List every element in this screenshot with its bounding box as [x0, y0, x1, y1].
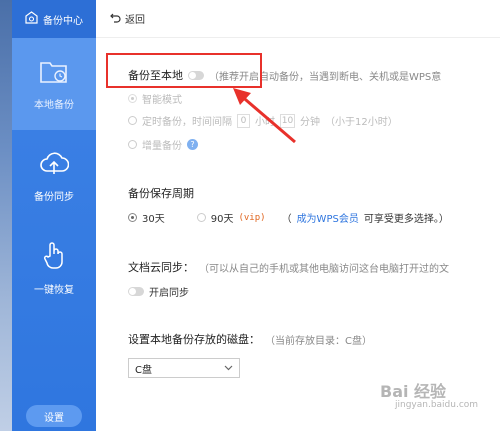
sidebar-item-backup-sync[interactable]: 备份同步	[12, 130, 96, 222]
cloud-upload-icon	[39, 149, 70, 180]
topbar: 返回	[96, 0, 500, 38]
become-member-link[interactable]: 成为WPS会员	[297, 210, 359, 225]
disk-header: 设置本地备份存放的磁盘： （当前存放目录：C盘）	[128, 331, 372, 347]
baidu-watermark-url: jingyan.baidu.com	[395, 400, 479, 410]
cloud-sync-hint: （可以从自己的手机或其他电脑访问这台电脑打开过的文	[199, 263, 449, 275]
sidebar-item-one-click-restore[interactable]: 一键恢复	[12, 222, 96, 314]
back-link[interactable]: 返回	[125, 11, 145, 26]
incremental-radio[interactable]	[128, 140, 137, 149]
sidebar-item-local-backup[interactable]: 本地备份	[12, 38, 96, 130]
retention-30-radio[interactable]	[128, 213, 137, 222]
cloud-sync-header: 文档云同步： （可以从自己的手机或其他电脑访问这台电脑打开过的文	[128, 259, 449, 275]
retention-90-label: 90天	[210, 214, 234, 225]
cloud-sync-toggle-row: 开启同步	[128, 284, 189, 299]
disk-select-value: C盘	[135, 364, 152, 376]
timed-backup-label: 定时备份，时间间隔	[142, 117, 232, 128]
smart-mode-label: 智能模式	[142, 95, 182, 106]
member-open-paren: （	[281, 214, 292, 225]
settings-button[interactable]: 设置	[26, 405, 82, 427]
sidebar-item-label: 本地备份	[34, 100, 74, 111]
folder-clock-icon	[39, 57, 69, 88]
timed-note: （小于12小时）	[325, 117, 398, 128]
annotation-arrow-icon	[233, 88, 296, 144]
desktop-background	[0, 0, 12, 431]
sidebar-item-label: 一键恢复	[34, 285, 74, 296]
timed-backup-radio[interactable]	[128, 116, 137, 125]
help-icon[interactable]: ?	[187, 139, 198, 150]
sidebar-header-title: 备份中心	[43, 15, 83, 27]
vip-tag: (vip)	[238, 212, 266, 223]
sidebar: 备份中心 本地备份 备份同步 一键恢复 设置	[12, 0, 96, 431]
retention-options: 30天 90天 (vip) （ 成为WPS会员 可享受更多选择。）	[128, 210, 449, 225]
backup-center-icon	[25, 11, 38, 27]
smart-mode-radio[interactable]	[128, 94, 137, 103]
member-text: 可享受更多选择。）	[363, 214, 449, 225]
hand-pointer-icon	[41, 240, 67, 273]
incremental-label: 增量备份	[142, 141, 182, 152]
sidebar-header: 备份中心	[12, 0, 96, 38]
disk-hint: （当前存放目录：C盘）	[265, 335, 372, 347]
chevron-down-icon	[224, 363, 233, 374]
cloud-sync-toggle-label: 开启同步	[149, 288, 189, 299]
cloud-sync-title: 文档云同步：	[128, 261, 194, 274]
option-smart-mode[interactable]: 智能模式	[128, 91, 182, 106]
retention-title: 备份保存周期	[128, 187, 194, 200]
sidebar-item-label: 备份同步	[34, 192, 74, 203]
baidu-watermark: Bai 经验	[380, 382, 447, 401]
disk-title: 设置本地备份存放的磁盘：	[128, 333, 260, 346]
option-incremental-backup[interactable]: 增量备份 ?	[128, 137, 198, 152]
back-icon[interactable]	[110, 12, 121, 26]
retention-30-label: 30天	[142, 214, 165, 225]
disk-select[interactable]: C盘	[128, 358, 240, 378]
retention-90-radio[interactable]	[196, 213, 206, 222]
cloud-sync-toggle[interactable]	[128, 287, 144, 296]
